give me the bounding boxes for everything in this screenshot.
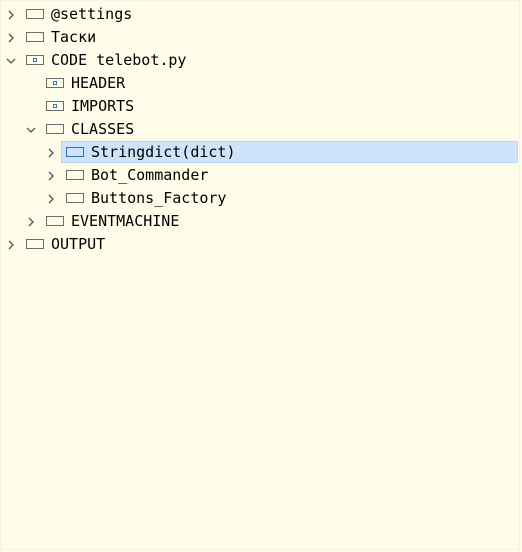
chevron-right-icon[interactable] <box>45 141 57 164</box>
note-icon <box>66 170 84 180</box>
note-icon <box>26 9 44 19</box>
file-node-icon <box>46 101 64 111</box>
tree-item-label: CODE telebot.py <box>51 51 187 69</box>
tree-item-imports[interactable]: IMPORTS <box>1 95 521 118</box>
chevron-right-icon[interactable] <box>45 187 57 210</box>
tree-item-classes[interactable]: CLASSES <box>1 118 521 141</box>
tree-item-label: Stringdict(dict) <box>91 143 236 161</box>
chevron-down-icon[interactable] <box>25 118 37 141</box>
chevron-down-icon[interactable] <box>5 49 17 72</box>
tree-item-label: OUTPUT <box>51 235 106 253</box>
tree-item-label: EVENTMACHINE <box>71 212 180 230</box>
chevron-right-icon[interactable] <box>5 26 17 49</box>
note-icon <box>46 124 64 134</box>
note-icon <box>26 32 44 42</box>
tree-item-buttons-factory[interactable]: Buttons_Factory <box>1 187 521 210</box>
note-icon <box>26 239 44 249</box>
chevron-right-icon[interactable] <box>5 233 17 256</box>
tree-item-header[interactable]: HEADER <box>1 72 521 95</box>
tree-item-label: IMPORTS <box>71 97 135 115</box>
chevron-right-icon[interactable] <box>45 164 57 187</box>
tree-item-tasks[interactable]: Таски <box>1 26 521 49</box>
note-icon <box>66 193 84 203</box>
tree-item-label: Buttons_Factory <box>91 189 227 207</box>
file-node-icon <box>26 55 44 65</box>
tree-item-eventmachine[interactable]: EVENTMACHINE <box>1 210 521 233</box>
tree-item-label: Таски <box>51 28 97 46</box>
note-icon <box>46 216 64 226</box>
tree-item-code-telebot[interactable]: CODE telebot.py <box>1 49 521 72</box>
tree-item-label: CLASSES <box>71 120 135 138</box>
tree-item-bot-commander[interactable]: Bot_Commander <box>1 164 521 187</box>
tree-item-stringdict[interactable]: Stringdict(dict) <box>1 141 521 164</box>
tree-item-output[interactable]: OUTPUT <box>1 233 521 256</box>
chevron-right-icon[interactable] <box>5 3 17 26</box>
outline-pane: @settings Таски CODE telebot.py HEADER I… <box>0 0 520 550</box>
tree-item-settings[interactable]: @settings <box>1 3 521 26</box>
tree-item-label: Bot_Commander <box>91 166 209 184</box>
note-icon <box>66 147 84 157</box>
tree-item-label: HEADER <box>71 74 126 92</box>
chevron-right-icon[interactable] <box>25 210 37 233</box>
file-node-icon <box>46 78 64 88</box>
outline-tree: @settings Таски CODE telebot.py HEADER I… <box>1 3 521 256</box>
tree-item-label: @settings <box>51 5 133 23</box>
